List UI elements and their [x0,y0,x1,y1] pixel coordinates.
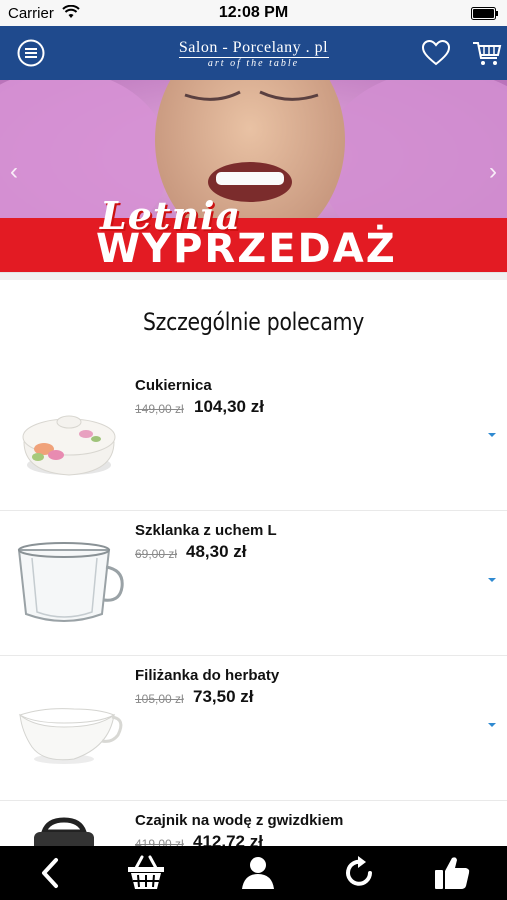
chevron-down-icon[interactable] [487,721,497,729]
thumbs-up-icon[interactable] [432,854,472,892]
chevron-down-icon[interactable] [487,576,497,584]
banner-next-arrow[interactable]: › [483,160,503,184]
user-icon[interactable] [238,854,278,892]
product-price: 73,50 zł [193,687,254,706]
product-name: Szklanka z uchem L [135,522,277,539]
product-old-price: 105,00 zł [135,692,184,706]
product-item-czajnik[interactable]: Czajnik na wodę z gwizdkiem 419,00 zł 41… [0,800,507,846]
menu-icon[interactable] [16,38,46,68]
promo-banner[interactable]: Letnia WYPRZEDAŻ ‹ › [0,80,507,272]
product-name: Czajnik na wodę z gwizdkiem [135,812,344,829]
refresh-icon[interactable] [340,854,380,892]
section-title: Szczególnie polecamy [142,308,365,336]
product-old-price: 69,00 zł [135,547,178,561]
product-price: 104,30 zł [194,397,264,416]
product-name: Cukiernica [135,377,212,394]
app-header: Salon - Porcelany . pl art of the table [0,26,507,80]
glass-cup-icon [17,542,124,622]
heart-icon[interactable] [421,38,451,68]
cart-icon[interactable] [472,38,502,68]
logo-main-text: Salon - Porcelany . pl [178,39,329,56]
tea-cup-icon [18,708,123,764]
product-name: Filiżanka do herbaty [135,667,280,684]
battery-icon [471,7,498,20]
back-icon[interactable] [32,854,72,892]
product-item-filizanka[interactable]: Filiżanka do herbaty 105,00 zł 73,50 zł [0,655,507,800]
banner-divider [0,272,507,280]
product-item-cukiernica[interactable]: Cukiernica 149,00 zł 104,30 zł [0,365,507,510]
status-time: 12:08 PM [218,4,289,21]
basket-icon[interactable] [126,854,166,892]
chevron-down-icon[interactable] [487,431,497,439]
product-price: 48,30 zł [186,542,247,561]
product-price: 412,72 zł [193,832,263,846]
product-item-szklanka[interactable]: Szklanka z uchem L 69,00 zł 48,30 zł [0,510,507,655]
sugar-bowl-icon [22,415,116,476]
status-bar: Carrier 12:08 PM [0,0,507,26]
kettle-icon [34,817,94,846]
product-old-price: 419,00 zł [135,837,184,846]
bottom-tab-bar [0,846,507,900]
banner-title-line2: WYPRZEDAŻ [96,226,397,272]
product-old-price: 149,00 zł [135,402,184,416]
logo-sub-text: art of the table [178,57,329,69]
banner-prev-arrow[interactable]: ‹ [4,160,24,184]
salon-porcelany-logo[interactable]: Salon - Porcelany . pl art of the table [120,39,387,69]
